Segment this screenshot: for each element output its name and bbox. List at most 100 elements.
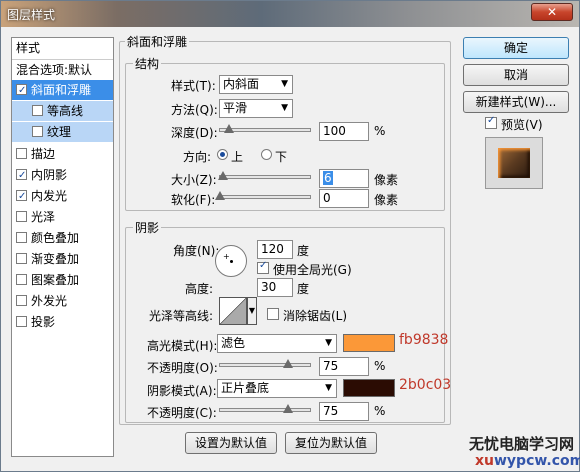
highlight-mode-select[interactable]: 滤色 ▼ xyxy=(217,334,337,353)
checkbox-icon[interactable] xyxy=(16,232,27,243)
cancel-button[interactable]: 取消 xyxy=(463,64,569,86)
style-item-pattern-overlay[interactable]: 图案叠加 xyxy=(12,270,113,290)
checkbox-icon[interactable] xyxy=(16,187,27,207)
highlight-color-swatch[interactable] xyxy=(343,334,395,352)
highlight-opacity-thumb[interactable] xyxy=(282,359,293,368)
highlight-opacity-slider[interactable] xyxy=(219,359,311,368)
altitude-label: 高度: xyxy=(185,282,214,296)
shadow-mode-select[interactable]: 正片叠底 ▼ xyxy=(217,379,337,398)
depth-slider[interactable] xyxy=(219,124,311,133)
altitude-input[interactable]: 30 xyxy=(257,278,293,297)
style-item-label: 斜面和浮雕 xyxy=(31,83,92,97)
shadow-opacity-unit: % xyxy=(374,404,386,418)
highlight-opacity-unit: % xyxy=(374,359,386,373)
checkbox-icon[interactable] xyxy=(16,166,27,186)
style-item-label: 光泽 xyxy=(31,210,56,224)
size-slider[interactable] xyxy=(217,171,311,180)
shadow-opacity-label: 不透明度(C): xyxy=(147,406,217,420)
global-light-checkbox[interactable] xyxy=(257,260,269,274)
technique-select[interactable]: 平滑 ▼ xyxy=(219,99,293,118)
style-item-stroke[interactable]: 描边 xyxy=(12,144,113,164)
layer-style-dialog: 图层样式 ✕ 样式 混合选项:默认 斜面和浮雕 等高线 纹理 描边 内阴影 内发… xyxy=(0,0,580,472)
soften-input[interactable]: 0 xyxy=(319,189,369,208)
checkbox-icon[interactable] xyxy=(16,211,27,222)
highlight-color-annotation: fb9838 xyxy=(399,332,449,348)
style-item-inner-glow[interactable]: 内发光 xyxy=(12,186,113,207)
size-input-value: 6 xyxy=(323,171,333,185)
checkbox-icon[interactable] xyxy=(16,148,27,159)
close-button[interactable]: ✕ xyxy=(531,3,573,21)
preview-checkbox[interactable] xyxy=(485,115,497,129)
style-item-label: 颜色叠加 xyxy=(31,231,80,245)
style-item-label: 图案叠加 xyxy=(31,273,80,287)
checkbox-icon[interactable] xyxy=(16,316,27,327)
set-default-button[interactable]: 设置为默认值 xyxy=(185,432,277,454)
soften-slider[interactable] xyxy=(215,191,311,200)
style-item-label: 投影 xyxy=(31,315,56,329)
watermark-url-domain: wypcw.com xyxy=(494,453,580,469)
dropdown-arrow-icon: ▼ xyxy=(281,79,288,89)
style-item-contour[interactable]: 等高线 xyxy=(12,101,113,121)
style-item-color-overlay[interactable]: 颜色叠加 xyxy=(12,228,113,248)
dropdown-arrow-icon: ▼ xyxy=(248,306,256,315)
gloss-contour-picker[interactable] xyxy=(219,297,247,325)
angle-pointer-icon: + xyxy=(223,252,230,261)
highlight-mode-label: 高光模式(H): xyxy=(147,339,218,353)
dropdown-arrow-icon: ▼ xyxy=(325,383,332,393)
style-item-satin[interactable]: 光泽 xyxy=(12,207,113,227)
style-item-label: 内发光 xyxy=(31,189,68,203)
style-item-inner-shadow[interactable]: 内阴影 xyxy=(12,165,113,186)
shadow-mode-label: 阴影模式(A): xyxy=(147,384,217,398)
style-item-bevel[interactable]: 斜面和浮雕 xyxy=(12,80,113,101)
shadow-color-swatch[interactable] xyxy=(343,379,395,397)
shading-title: 阴影 xyxy=(133,219,162,236)
depth-input[interactable]: 100 xyxy=(319,122,369,141)
soften-slider-thumb[interactable] xyxy=(215,191,225,200)
global-light-label: 使用全局光(G) xyxy=(273,263,352,277)
highlight-opacity-input[interactable]: 75 xyxy=(319,357,369,376)
shadow-opacity-input[interactable]: 75 xyxy=(319,402,369,421)
checkbox-icon[interactable] xyxy=(16,253,27,264)
style-item-texture[interactable]: 纹理 xyxy=(12,122,113,142)
highlight-opacity-label: 不透明度(O): xyxy=(147,361,218,375)
checkbox-icon[interactable] xyxy=(16,295,27,306)
size-slider-thumb[interactable] xyxy=(217,171,228,180)
shadow-mode-value: 正片叠底 xyxy=(221,381,270,395)
style-item-label: 渐变叠加 xyxy=(31,252,80,266)
style-list-header[interactable]: 样式 xyxy=(12,38,113,58)
checkbox-icon[interactable] xyxy=(16,274,27,285)
depth-slider-thumb[interactable] xyxy=(224,124,234,133)
title-bar[interactable]: 图层样式 ✕ xyxy=(1,1,579,27)
style-item-label: 内阴影 xyxy=(31,168,68,182)
style-item-drop-shadow[interactable]: 投影 xyxy=(12,312,113,332)
style-select[interactable]: 内斜面 ▼ xyxy=(219,75,293,94)
angle-unit: 度 xyxy=(297,244,310,258)
style-item-gradient-overlay[interactable]: 渐变叠加 xyxy=(12,249,113,269)
direction-up-radio[interactable] xyxy=(217,149,228,160)
direction-down-radio[interactable] xyxy=(261,149,272,160)
preview-label: 预览(V) xyxy=(501,118,543,132)
ok-button[interactable]: 确定 xyxy=(463,37,569,59)
direction-down-label: 下 xyxy=(275,150,288,164)
size-input[interactable]: 6 xyxy=(319,169,369,188)
new-style-button[interactable]: 新建样式(W)... xyxy=(463,91,569,113)
checkbox-icon[interactable] xyxy=(16,81,27,101)
style-item-outer-glow[interactable]: 外发光 xyxy=(12,291,113,311)
anti-alias-label: 消除锯齿(L) xyxy=(283,309,348,323)
gloss-contour-dropdown[interactable]: ▼ xyxy=(247,297,257,325)
shadow-opacity-slider[interactable] xyxy=(219,404,311,413)
reset-default-button[interactable]: 复位为默认值 xyxy=(285,432,377,454)
angle-input[interactable]: 120 xyxy=(257,240,293,259)
style-item-label: 描边 xyxy=(31,147,56,161)
shadow-opacity-thumb[interactable] xyxy=(282,404,293,413)
technique-select-value: 平滑 xyxy=(223,101,248,115)
checkbox-icon[interactable] xyxy=(32,105,43,116)
soften-unit: 像素 xyxy=(374,193,399,207)
blend-options-item[interactable]: 混合选项:默认 xyxy=(12,59,113,79)
style-select-value: 内斜面 xyxy=(223,77,260,91)
angle-dial[interactable]: + xyxy=(215,245,247,277)
checkbox-icon[interactable] xyxy=(32,126,43,137)
style-item-label: 纹理 xyxy=(47,125,72,139)
style-preview-thumbnail xyxy=(485,137,543,189)
anti-alias-checkbox[interactable] xyxy=(267,308,279,320)
